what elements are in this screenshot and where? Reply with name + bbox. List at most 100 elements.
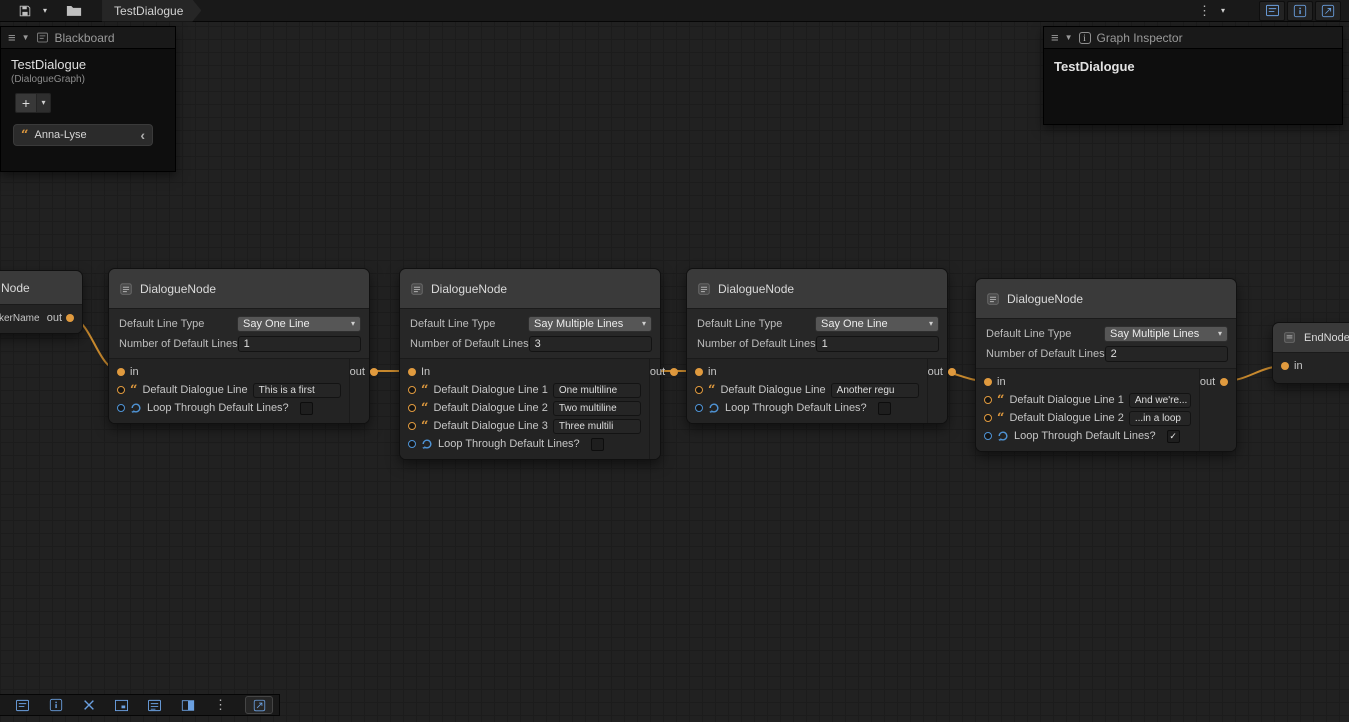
dialogue-line-row: “ Default Dialogue Line This is a first	[109, 381, 349, 399]
line-port[interactable]	[695, 386, 703, 394]
line-port[interactable]	[984, 414, 992, 422]
in-port[interactable]	[984, 378, 992, 386]
line-count-field[interactable]: 2	[1105, 346, 1228, 362]
open-script-button[interactable]	[245, 696, 273, 714]
chevron-down-icon: ▾	[41, 99, 45, 107]
node-header[interactable]: DialogueNode	[400, 269, 660, 309]
in-port[interactable]	[117, 368, 125, 376]
dialogue-node-icon	[697, 282, 711, 296]
out-port[interactable]	[670, 368, 678, 376]
node-header[interactable]: Node	[0, 271, 82, 305]
line-count-field[interactable]: 1	[238, 336, 361, 352]
board-button[interactable]	[138, 694, 171, 716]
dialogue-node-2[interactable]: DialogueNode Default Line Type Say Multi…	[399, 268, 661, 460]
preview-toggle-button[interactable]	[171, 694, 204, 716]
dialogue-node-1[interactable]: DialogueNode Default Line Type Say One L…	[108, 268, 370, 424]
node-title: DialogueNode	[431, 282, 507, 296]
loop-checkbox[interactable]	[300, 402, 313, 415]
node-header[interactable]: DialogueNode	[109, 269, 369, 309]
in-port[interactable]	[695, 368, 703, 376]
dialogue-line-field[interactable]: Two multiline	[553, 401, 641, 416]
out-port[interactable]	[370, 368, 378, 376]
loop-checkbox[interactable]	[878, 402, 891, 415]
dialogue-line-field[interactable]: Three multili	[553, 419, 641, 434]
inspector-toggle-button[interactable]	[1287, 1, 1313, 21]
overflow-menu-icon[interactable]: ⋮	[1194, 3, 1215, 19]
collapse-chevron-icon[interactable]: ‹	[140, 128, 145, 142]
line-type-dropdown[interactable]: Say Multiple Lines ▾	[1104, 326, 1228, 342]
line-type-dropdown[interactable]: Say Multiple Lines ▾	[528, 316, 652, 332]
dialogue-line-field[interactable]: This is a first	[253, 383, 341, 398]
overflow-dropdown[interactable]: ▾	[1217, 2, 1229, 20]
add-property-button[interactable]: +	[15, 93, 37, 113]
out-port[interactable]	[1220, 378, 1228, 386]
dialogue-line-field[interactable]: Another regu	[831, 383, 919, 398]
open-asset-button[interactable]	[62, 2, 86, 20]
line-type-label: Default Line Type	[117, 318, 237, 330]
out-port[interactable]	[66, 314, 74, 322]
node-header[interactable]: EndNode	[1273, 323, 1349, 353]
chevron-down-icon: ▾	[929, 320, 933, 328]
asset-name: TestDialogue	[1044, 49, 1342, 74]
loop-port[interactable]	[117, 404, 125, 412]
menu-icon[interactable]: ≡	[1051, 30, 1059, 45]
end-node[interactable]: EndNode in	[1272, 322, 1349, 384]
line-type-dropdown[interactable]: Say One Line ▾	[815, 316, 939, 332]
node-header[interactable]: DialogueNode	[687, 269, 947, 309]
script-toggle-button[interactable]	[1315, 1, 1341, 21]
tools-button[interactable]	[72, 694, 105, 716]
line-port[interactable]	[984, 396, 992, 404]
node-header[interactable]: DialogueNode	[976, 279, 1236, 319]
line-type-dropdown[interactable]: Say One Line ▾	[237, 316, 361, 332]
blackboard-toggle-button[interactable]	[1259, 1, 1285, 21]
line-count-field[interactable]: 1	[816, 336, 939, 352]
dialogue-line-row: “ Default Dialogue Line 3 Three multili	[400, 417, 649, 435]
line-port[interactable]	[117, 386, 125, 394]
blackboard-panel[interactable]: ≡ ▼ Blackboard TestDialogue (DialogueGra…	[0, 26, 176, 172]
dialogue-line-field[interactable]: And we're...	[1129, 393, 1191, 408]
dialogue-node-4[interactable]: DialogueNode Default Line Type Say Multi…	[975, 278, 1237, 452]
line-port[interactable]	[408, 404, 416, 412]
loop-label: Loop Through Default Lines?	[147, 402, 289, 414]
collapse-triangle-icon[interactable]: ▼	[1065, 33, 1073, 42]
quote-icon: “	[21, 131, 28, 140]
loop-checkbox[interactable]	[591, 438, 604, 451]
in-port-row: in	[1273, 357, 1349, 375]
overflow-menu-icon[interactable]: ⋮	[204, 694, 237, 716]
in-port[interactable]	[408, 368, 416, 376]
blackboard-property-row[interactable]: “ Anna-Lyse ‹	[13, 124, 153, 146]
out-port-row: out	[650, 363, 678, 381]
dialogue-line-field[interactable]: One multiline	[553, 383, 641, 398]
loop-port[interactable]	[408, 440, 416, 448]
graph-inspector-header[interactable]: ≡ ▼ i Graph Inspector	[1044, 27, 1342, 49]
out-port[interactable]	[948, 368, 956, 376]
loop-icon	[708, 402, 720, 414]
loop-label: Loop Through Default Lines?	[438, 438, 580, 450]
loop-checkbox[interactable]: ✓	[1167, 430, 1180, 443]
out-port-row: out	[928, 363, 956, 381]
line-count-label: Number of Default Lines	[117, 338, 238, 350]
dialogue-line-field[interactable]: ...in a loop	[1129, 411, 1191, 426]
line-port[interactable]	[408, 422, 416, 430]
line-port[interactable]	[408, 386, 416, 394]
in-port[interactable]	[1281, 362, 1289, 370]
save-dropdown[interactable]: ▾	[39, 2, 51, 20]
save-button[interactable]	[14, 2, 36, 20]
line-count-field[interactable]: 3	[529, 336, 652, 352]
breadcrumb-tab[interactable]: TestDialogue	[102, 0, 201, 22]
loop-row: Loop Through Default Lines?	[687, 399, 927, 417]
blackboard-header[interactable]: ≡ ▼ Blackboard	[1, 27, 175, 49]
dialogue-line-value: And we're...	[1135, 395, 1188, 406]
inspector-toggle-button[interactable]	[39, 694, 72, 716]
speaker-node-partial[interactable]: Node kerName out	[0, 270, 83, 334]
blackboard-toggle-button[interactable]	[6, 694, 39, 716]
add-property-dropdown[interactable]: ▾	[37, 93, 51, 113]
graph-inspector-panel[interactable]: ≡ ▼ i Graph Inspector TestDialogue	[1043, 26, 1343, 125]
loop-port[interactable]	[984, 432, 992, 440]
loop-port[interactable]	[695, 404, 703, 412]
in-port-label: in	[1294, 360, 1303, 372]
minimap-toggle-button[interactable]	[105, 694, 138, 716]
menu-icon[interactable]: ≡	[8, 30, 16, 45]
dialogue-node-3[interactable]: DialogueNode Default Line Type Say One L…	[686, 268, 948, 424]
collapse-triangle-icon[interactable]: ▼	[22, 33, 30, 42]
